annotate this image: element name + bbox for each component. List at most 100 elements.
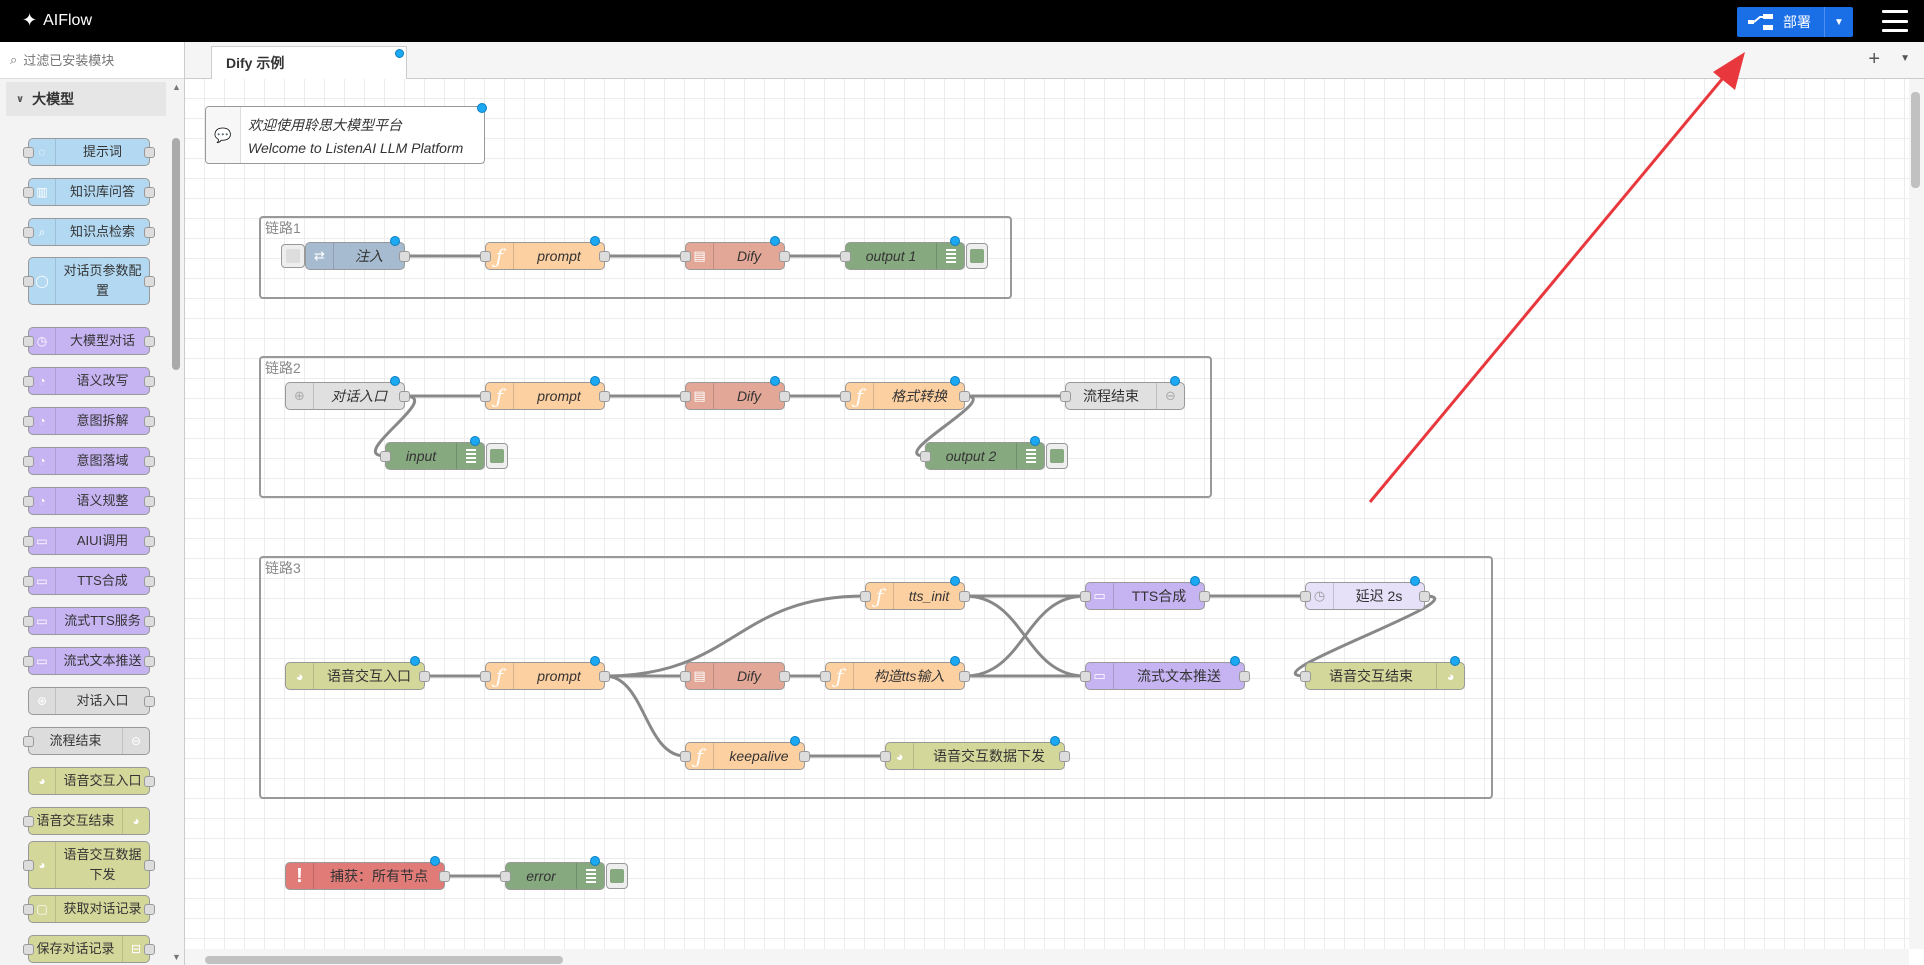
node-dify[interactable]: ▤ Dify <box>680 662 790 690</box>
debug-toggle-button[interactable] <box>1046 443 1068 469</box>
palette-item[interactable]: ◕ 语音交互数据下发 <box>23 841 155 889</box>
output-port[interactable] <box>799 751 810 762</box>
output-port[interactable] <box>1239 671 1250 682</box>
node-debug-error[interactable]: error <box>500 856 605 890</box>
node-function-prompt[interactable]: ƒ prompt <box>480 376 610 410</box>
input-port[interactable] <box>1300 591 1311 602</box>
input-port[interactable] <box>380 451 391 462</box>
output-port[interactable] <box>959 391 970 402</box>
input-port[interactable] <box>1080 591 1091 602</box>
output-port[interactable] <box>599 671 610 682</box>
palette-item[interactable]: ⌕ 知识点检索 <box>23 218 155 246</box>
tab-dify-example[interactable]: Dify 示例 <box>211 46 407 79</box>
palette-filter-input[interactable] <box>21 51 166 69</box>
palette-item[interactable]: ▭ AIUI调用 <box>23 527 155 555</box>
input-port[interactable] <box>480 391 491 402</box>
node-voice-end[interactable]: ◕ 语音交互结束 <box>1300 656 1465 690</box>
output-port[interactable] <box>1419 591 1430 602</box>
input-port[interactable] <box>480 251 491 262</box>
palette-item[interactable]: ◕ 语音交互入口 <box>28 767 155 795</box>
add-tab-icon[interactable]: + <box>1868 48 1880 71</box>
palette-item[interactable]: ⊟ 保存对话记录 <box>23 935 155 963</box>
vertical-scrollbar-thumb[interactable] <box>1911 92 1920 188</box>
palette-item[interactable]: ▭ 流式文本推送 <box>23 647 155 675</box>
node-debug-input[interactable]: input <box>380 436 485 470</box>
input-port[interactable] <box>840 251 851 262</box>
input-port[interactable] <box>920 451 931 462</box>
palette-item[interactable]: ◔ 意图落域 <box>23 447 155 475</box>
input-port[interactable] <box>680 671 691 682</box>
input-port[interactable] <box>500 871 511 882</box>
output-port[interactable] <box>779 391 790 402</box>
palette-item[interactable]: ▭ 流式TTS服务 <box>23 607 155 635</box>
deploy-dropdown-chevron-icon[interactable]: ▼ <box>1824 7 1853 37</box>
output-port[interactable] <box>1199 591 1210 602</box>
debug-toggle-button[interactable] <box>606 863 628 889</box>
palette-item[interactable]: ▥ 知识库问答 <box>23 178 155 206</box>
output-port[interactable] <box>779 671 790 682</box>
output-port[interactable] <box>1059 751 1070 762</box>
node-voice-entry[interactable]: ◕ 语音交互入口 <box>285 656 430 690</box>
palette-item[interactable]: ◔ 语义规整 <box>23 487 155 515</box>
node-function-build-tts-input[interactable]: ƒ 构造tts输入 <box>820 656 970 690</box>
workspace-vertical-scrollbar[interactable] <box>1909 79 1924 949</box>
deploy-button[interactable]: 部署 ▼ <box>1737 7 1853 37</box>
input-port[interactable] <box>680 391 691 402</box>
output-port[interactable] <box>779 251 790 262</box>
palette-item[interactable]: ◔ 语义改写 <box>23 367 155 395</box>
output-port[interactable] <box>399 251 410 262</box>
input-port[interactable] <box>820 671 831 682</box>
palette-item[interactable]: ▢ 获取对话记录 <box>23 895 155 923</box>
node-function-tts-init[interactable]: ƒ tts_init <box>860 576 970 610</box>
input-port[interactable] <box>1080 671 1091 682</box>
main-menu-icon[interactable] <box>1882 10 1908 32</box>
palette-item[interactable]: ◔ 意图拆解 <box>23 407 155 435</box>
input-port[interactable] <box>880 751 891 762</box>
node-function-prompt[interactable]: ƒ prompt <box>480 656 610 690</box>
node-debug-output-1[interactable]: output 1 <box>840 236 965 270</box>
input-port[interactable] <box>1060 391 1071 402</box>
node-tts-synthesis[interactable]: ▭ TTS合成 <box>1080 576 1210 610</box>
inject-trigger-button[interactable] <box>281 244 305 268</box>
node-flow-end[interactable]: ⊖ 流程结束 <box>1060 376 1185 410</box>
input-port[interactable] <box>1300 671 1311 682</box>
output-port[interactable] <box>399 391 410 402</box>
palette-item[interactable]: ⊕ 对话入口 <box>28 687 155 715</box>
input-port[interactable] <box>680 751 691 762</box>
flow-workspace[interactable]: 💬 欢迎使用聆思大模型平台 Welcome to ListenAI LLM Pl… <box>185 79 1909 949</box>
input-port[interactable] <box>860 591 871 602</box>
output-port[interactable] <box>439 871 450 882</box>
node-inject[interactable]: ⇄ 注入 <box>305 236 410 270</box>
palette-item[interactable]: ◷ 大模型对话 <box>23 327 155 355</box>
node-function-prompt[interactable]: ƒ prompt <box>480 236 610 270</box>
debug-toggle-button[interactable] <box>486 443 508 469</box>
node-debug-output-2[interactable]: output 2 <box>920 436 1045 470</box>
scroll-up-icon[interactable]: ▲ <box>172 82 181 92</box>
scroll-down-icon[interactable]: ▼ <box>172 952 181 962</box>
output-port[interactable] <box>599 391 610 402</box>
output-port[interactable] <box>419 671 430 682</box>
node-function-format-convert[interactable]: ƒ 格式转换 <box>840 376 970 410</box>
node-catch-all[interactable]: ! 捕获：所有节点 <box>285 856 450 890</box>
palette-item[interactable]: ◕ 语音交互结束 <box>23 807 150 835</box>
palette-item[interactable]: ⊖ 流程结束 <box>23 727 150 755</box>
palette-category-header[interactable]: ∨ 大模型 <box>6 82 166 116</box>
input-port[interactable] <box>840 391 851 402</box>
output-port[interactable] <box>959 671 970 682</box>
horizontal-scrollbar-thumb[interactable] <box>205 956 563 964</box>
output-port[interactable] <box>599 251 610 262</box>
palette-item[interactable]: ◌ 提示词 <box>23 138 155 166</box>
group-chain-2[interactable]: 链路2 <box>259 356 1212 498</box>
node-chat-entry[interactable]: ⊕ 对话入口 <box>285 376 410 410</box>
comment-node[interactable]: 💬 欢迎使用聆思大模型平台 Welcome to ListenAI LLM Pl… <box>205 103 487 164</box>
node-delay[interactable]: ◷ 延迟 2s <box>1300 576 1430 610</box>
node-dify[interactable]: ▤ Dify <box>680 376 790 410</box>
input-port[interactable] <box>680 251 691 262</box>
debug-toggle-button[interactable] <box>966 243 988 269</box>
node-voice-data-send[interactable]: ◕ 语音交互数据下发 <box>880 736 1070 770</box>
palette-item[interactable]: ◯ 对话页参数配置 <box>23 257 155 305</box>
node-dify[interactable]: ▤ Dify <box>680 236 790 270</box>
palette-scrollbar-thumb[interactable] <box>172 138 180 370</box>
input-port[interactable] <box>480 671 491 682</box>
tab-list-chevron-icon[interactable]: ▼ <box>1900 53 1910 64</box>
